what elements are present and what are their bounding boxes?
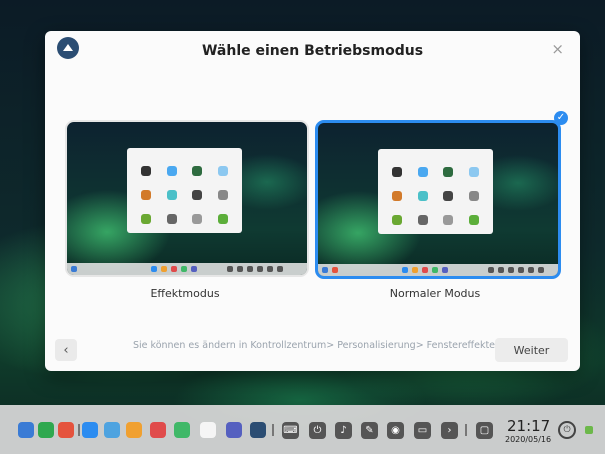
terminal-icon[interactable] bbox=[38, 422, 54, 438]
hint-text: Sie können es ändern in Kontrollzentrum>… bbox=[133, 340, 496, 351]
mode-card-effect[interactable] bbox=[65, 120, 309, 277]
mini-dock-preview bbox=[67, 263, 307, 275]
launcher-icon[interactable] bbox=[18, 422, 34, 438]
dock-separator bbox=[78, 424, 80, 436]
mode-label-normal: Normaler Modus bbox=[389, 287, 481, 300]
launcher-preview bbox=[127, 148, 242, 233]
notification-icon[interactable]: ◉ bbox=[387, 422, 404, 439]
deepin-icon[interactable] bbox=[250, 422, 266, 438]
launcher-preview bbox=[378, 149, 493, 234]
dock-separator bbox=[465, 424, 467, 436]
pen-icon[interactable]: ✎ bbox=[361, 422, 378, 439]
app-store-icon[interactable] bbox=[58, 422, 74, 438]
dock-separator bbox=[272, 424, 274, 436]
arrow-icon[interactable]: › bbox=[441, 422, 458, 439]
power-icon[interactable]: ⏻ bbox=[558, 421, 576, 439]
clock-date: 2020/05/16 bbox=[505, 435, 552, 444]
mode-card-normal[interactable] bbox=[315, 120, 561, 279]
file-manager-icon[interactable] bbox=[82, 422, 98, 438]
taskbar: ⌨ ⏻ ♪ ✎ ◉ ▭ › ▢ 21:17 2020/05/16 ⏻ bbox=[0, 405, 605, 454]
mode-label-effect: Effektmodus bbox=[150, 287, 220, 300]
selected-check-icon: ✓ bbox=[554, 111, 568, 125]
mode-dialog: Wähle einen Betriebsmodus × ✓ Effektmodu… bbox=[45, 31, 580, 371]
close-icon[interactable]: × bbox=[551, 40, 564, 58]
mini-dock-preview bbox=[318, 264, 558, 276]
video-icon[interactable] bbox=[174, 422, 190, 438]
volume-icon[interactable]: ♪ bbox=[335, 422, 352, 439]
settings-icon[interactable] bbox=[226, 422, 242, 438]
back-button[interactable]: ‹ bbox=[55, 339, 77, 361]
battery-icon[interactable]: ▭ bbox=[414, 422, 431, 439]
status-indicator-icon bbox=[585, 426, 593, 434]
window-icon[interactable]: ▢ bbox=[476, 422, 493, 439]
browser-icon[interactable] bbox=[104, 422, 120, 438]
clock-time[interactable]: 21:17 bbox=[507, 417, 550, 435]
calendar-icon[interactable] bbox=[200, 422, 216, 438]
music-icon[interactable] bbox=[150, 422, 166, 438]
usb-icon[interactable]: ⏻ bbox=[309, 422, 326, 439]
dialog-title: Wähle einen Betriebsmodus bbox=[201, 43, 424, 59]
next-button[interactable]: Weiter bbox=[495, 338, 568, 362]
keyboard-icon[interactable]: ⌨ bbox=[282, 422, 299, 439]
mail-icon[interactable] bbox=[126, 422, 142, 438]
